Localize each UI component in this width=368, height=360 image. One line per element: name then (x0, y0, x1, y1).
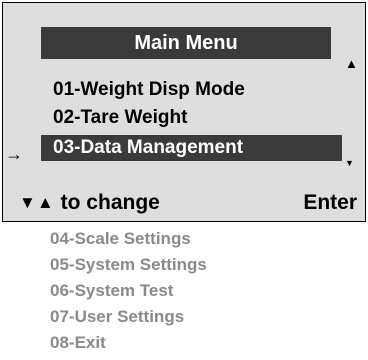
lcd-screen: Main Menu ▲ 01-Weight Disp Mode 02-Tare … (2, 2, 366, 222)
menu-item-data-management[interactable]: 03-Data Management (41, 135, 342, 161)
menu-title: Main Menu (41, 27, 331, 59)
enter-label: Enter (303, 191, 357, 214)
footer-hint: ▼▲ to change Enter (19, 189, 357, 217)
scroll-up-icon: ▲ (345, 56, 358, 71)
menu-item-system-test: 06-System Test (50, 281, 174, 300)
menu-item-system-settings: 05-System Settings (50, 255, 207, 274)
menu-item-scale-settings: 04-Scale Settings (50, 229, 191, 248)
scroll-down-icon: ▼ (345, 158, 354, 168)
cursor-arrow-icon: → (5, 144, 23, 164)
down-up-arrows-icon: ▼▲ (19, 193, 55, 212)
menu-item-tare-weight[interactable]: 02-Tare Weight (53, 105, 187, 131)
menu-item-exit: 08-Exit (50, 333, 106, 352)
change-hint-label: to change (60, 191, 160, 214)
menu-item-user-settings: 07-User Settings (50, 307, 185, 326)
menu-item-weight-disp-mode[interactable]: 01-Weight Disp Mode (53, 77, 245, 103)
